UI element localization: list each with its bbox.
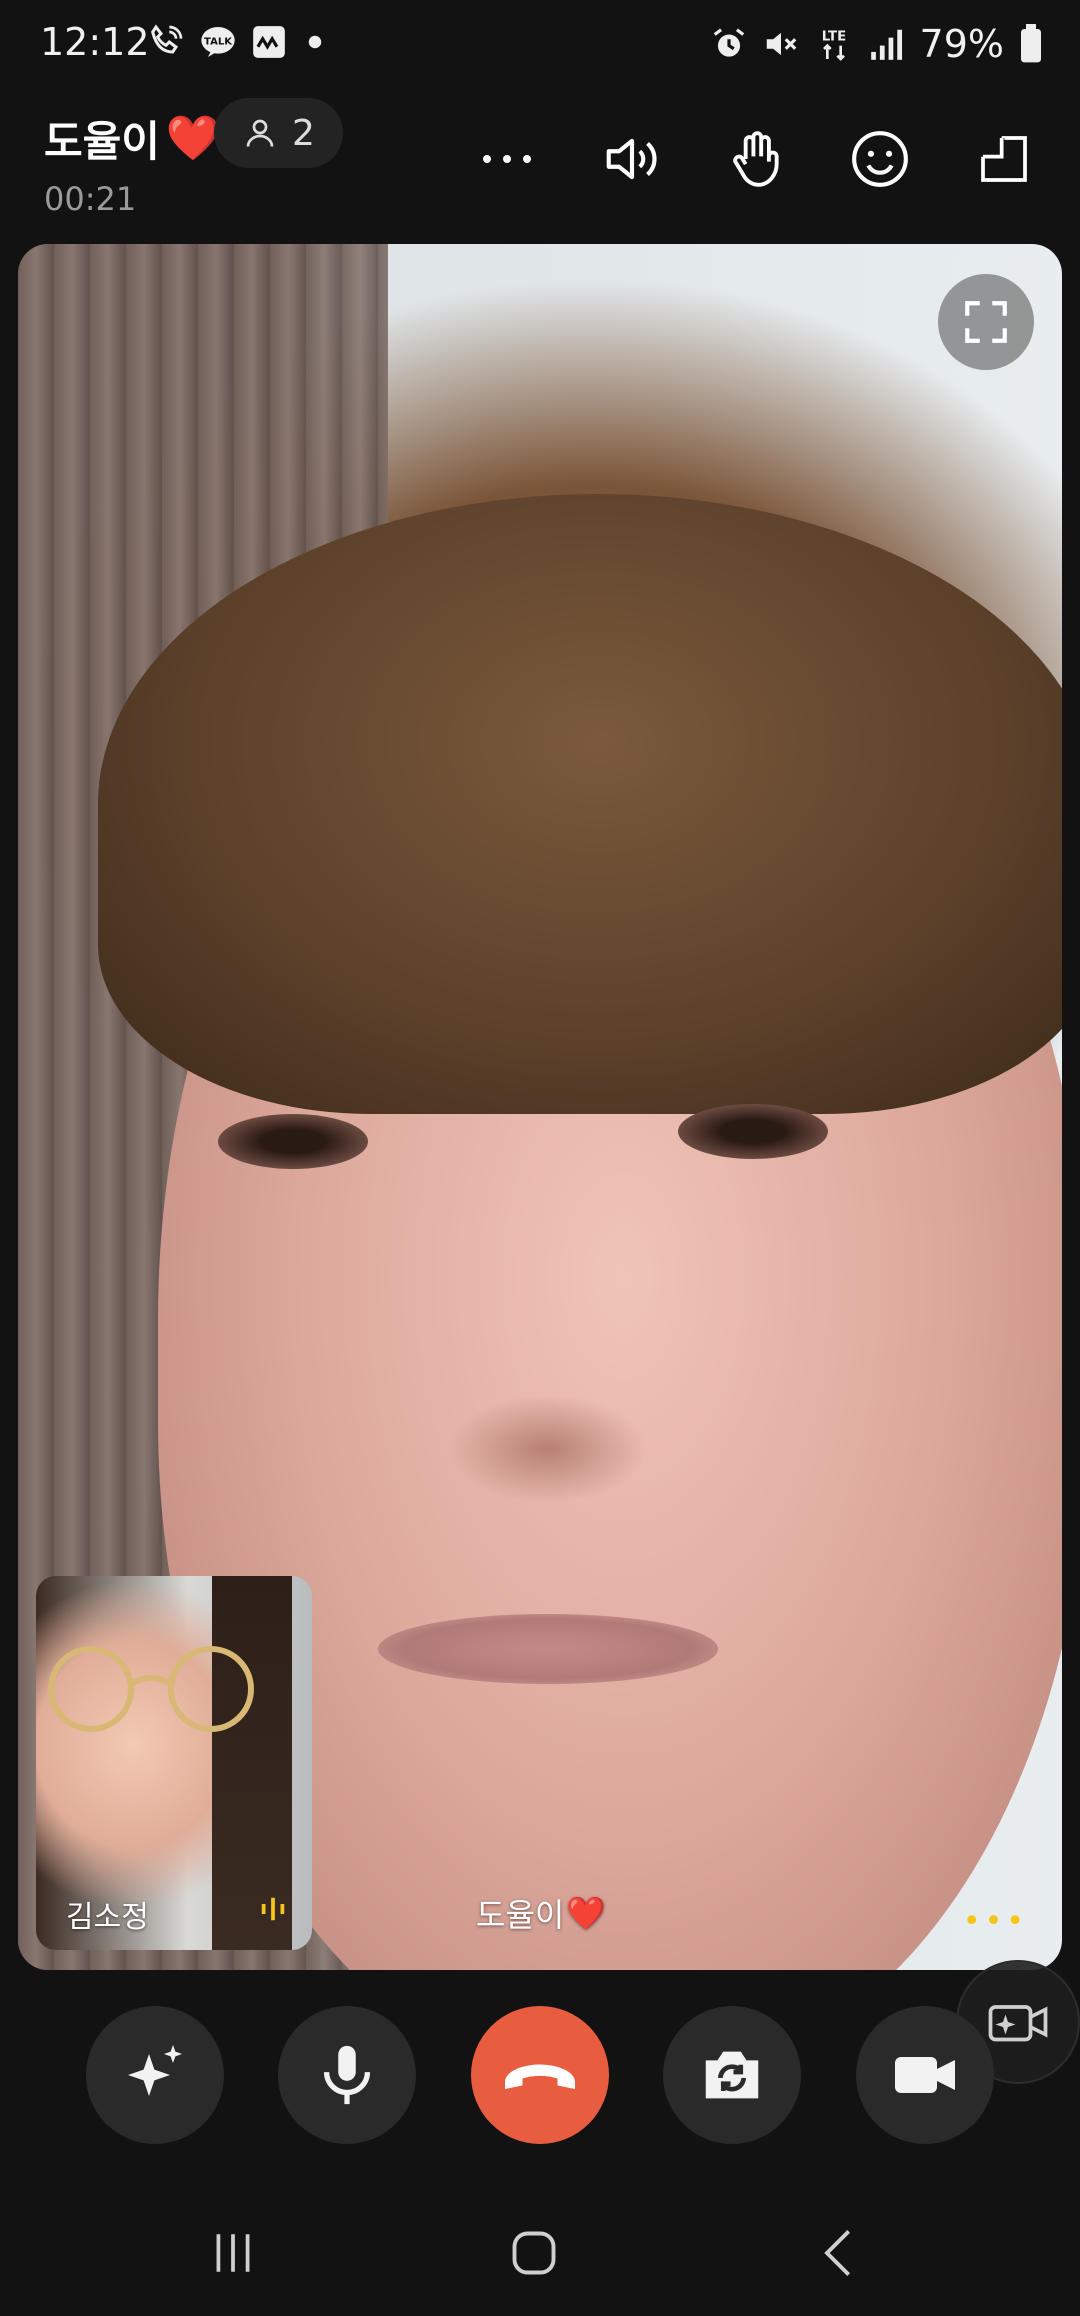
more-options-button[interactable] [472,124,542,194]
speaker-button[interactable] [597,124,667,194]
back-button[interactable] [800,2220,880,2286]
self-name-label: 김소정 [66,1900,149,1935]
raise-hand-button[interactable] [721,124,791,194]
battery-icon [1018,24,1044,64]
mute-icon [762,25,800,63]
recent-apps-icon [216,2234,250,2272]
lte-icon: LTE [814,24,854,64]
pip-icon [980,135,1027,182]
switch-camera-icon [705,2051,759,2099]
remote-nose [448,1394,648,1504]
battery-percentage: 79% [919,22,1004,66]
remote-hair [98,494,1062,1114]
emoji-button[interactable] [845,124,915,194]
person-icon [246,119,274,147]
signal-icon [868,25,906,63]
remote-mouth [378,1614,718,1684]
emoji-icon [852,131,908,187]
dot-icon [300,27,330,57]
more-icon [483,155,531,163]
recent-apps-button[interactable] [193,2220,273,2286]
back-icon [824,2229,851,2277]
status-left-icons: TALK [146,22,330,62]
call-controls [0,2000,1080,2150]
status-bar: 12:12 TALK LTE 79% [0,0,1080,92]
kakaotalk-icon: TALK [198,22,238,62]
video-toggle-button[interactable] [856,2006,994,2144]
heart-emoji: ❤️ [165,112,221,164]
remote-name-label: 도율이 ❤️ [476,1890,606,1936]
video-icon [895,2057,955,2093]
svg-text:TALK: TALK [204,37,233,48]
alarm-icon [710,25,748,63]
call-icon [146,22,186,62]
remote-heart-emoji: ❤️ [566,1894,607,1932]
switch-camera-button[interactable] [663,2006,801,2144]
pip-button[interactable] [969,124,1039,194]
participants-count: 2 [292,112,315,154]
kakao-notification-icon [250,23,288,61]
effects-icon [128,2045,182,2096]
call-duration: 00:21 [44,180,137,218]
end-call-button[interactable] [471,2006,609,2144]
end-call-icon [505,2064,575,2089]
call-title-text: 도율이 [44,117,160,166]
call-title: 도율이 ❤️ [44,108,221,169]
fullscreen-icon [965,301,1007,343]
self-preview[interactable]: 김소정 [36,1576,312,1950]
effects-button[interactable] [86,2006,224,2144]
remote-name-text: 도율이 [476,1896,565,1934]
home-button[interactable] [494,2220,574,2286]
glasses-graphic [48,1646,254,1732]
svg-text:LTE: LTE [821,30,845,45]
raise-hand-icon [733,131,779,187]
system-navigation-bar [0,2190,1080,2316]
status-time: 12:12 [40,20,150,64]
status-right-icons: LTE 79% [710,22,1044,66]
home-icon [512,2231,556,2275]
participants-button[interactable]: 2 [214,98,343,168]
audio-level-icon [261,1897,285,1921]
microphone-button[interactable] [278,2006,416,2144]
remote-more-indicator[interactable]: ••• [963,1904,1028,1939]
speaker-icon [606,138,657,180]
remote-eye-right [678,1104,828,1159]
fullscreen-button[interactable] [938,274,1034,370]
remote-eye-left [218,1114,368,1169]
microphone-icon [323,2045,371,2105]
call-header: 도율이 ❤️ 2 00:21 [0,92,1080,242]
